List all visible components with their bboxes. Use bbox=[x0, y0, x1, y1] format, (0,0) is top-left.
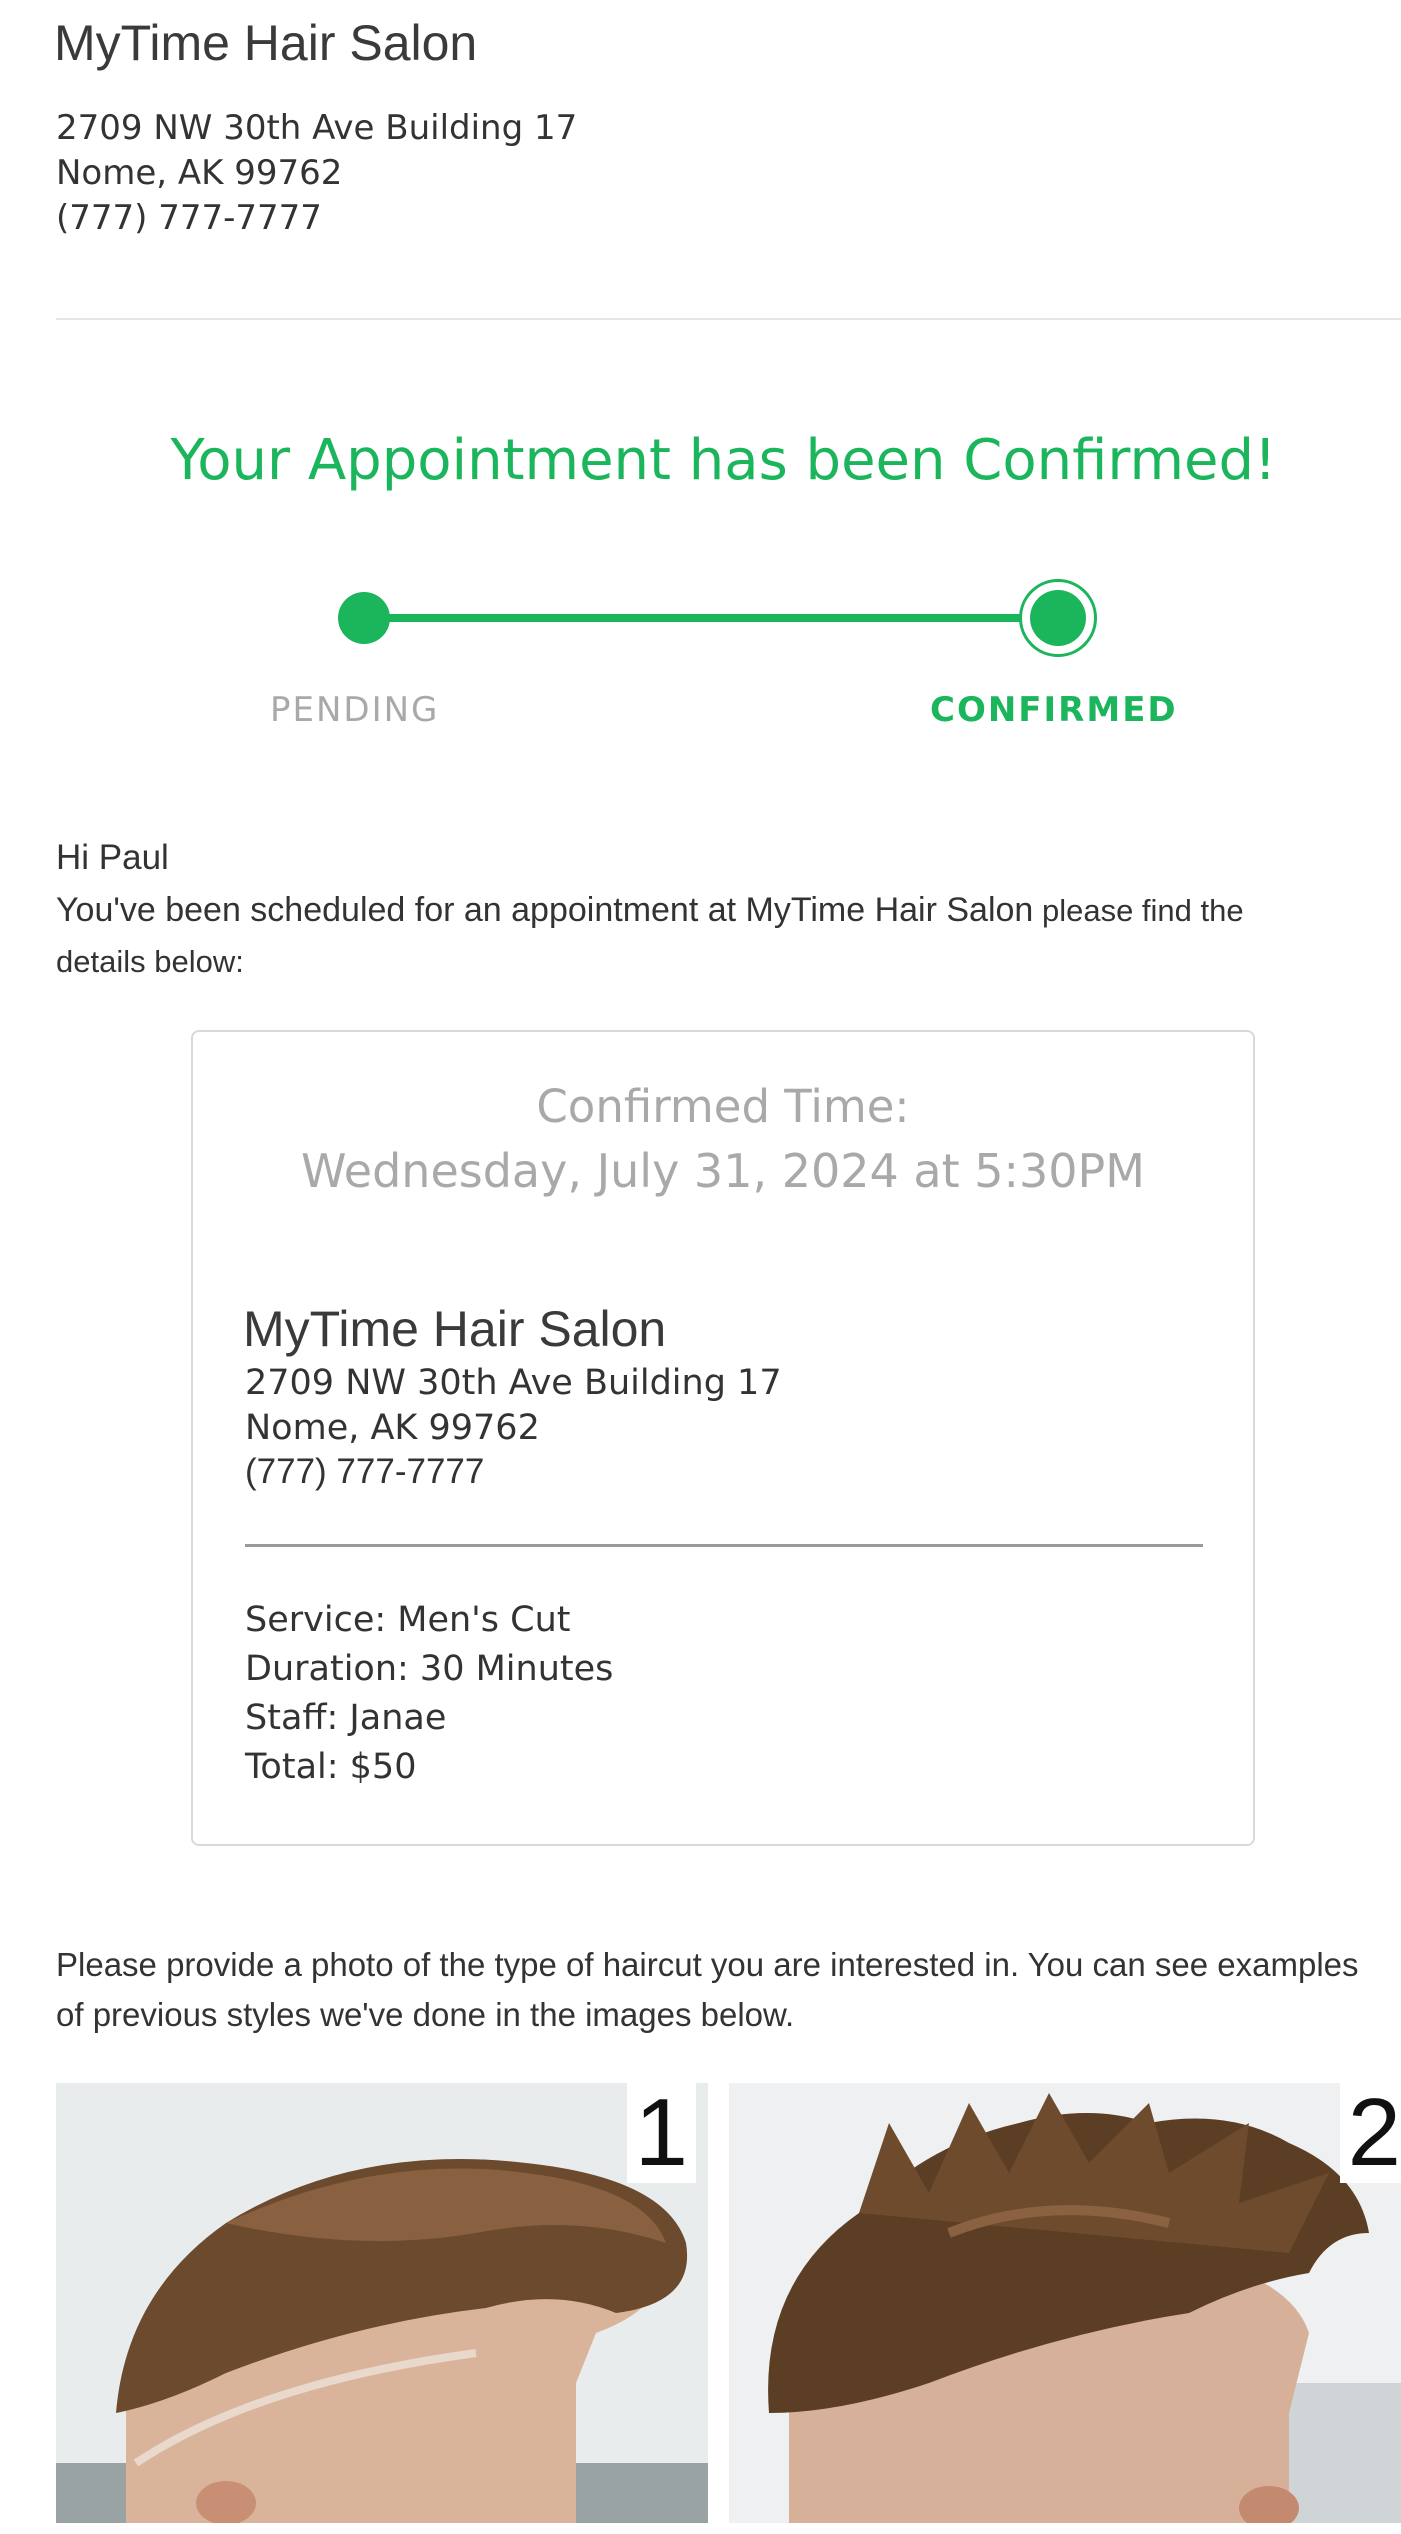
progress-track bbox=[365, 614, 1060, 622]
card-address-line2: Nome, AK 99762 bbox=[245, 1408, 540, 1448]
salon-address-line1: 2709 NW 30th Ave Building 17 bbox=[56, 108, 578, 148]
haircut-photo-icon bbox=[56, 2083, 708, 2523]
intro-text-part1: You've been scheduled for an appointment… bbox=[56, 891, 1034, 929]
step-confirmed-dot bbox=[1030, 590, 1086, 646]
confirmation-title: Your Appointment has been Confirmed! bbox=[170, 428, 1277, 493]
haircut-photo-icon bbox=[729, 2083, 1401, 2523]
detail-service: Service: Men's Cut bbox=[245, 1600, 571, 1640]
intro-text: You've been scheduled for an appointment… bbox=[56, 885, 1256, 987]
card-address-line1: 2709 NW 30th Ave Building 17 bbox=[245, 1363, 782, 1403]
detail-staff: Staff: Janae bbox=[245, 1698, 447, 1738]
haircut-photo-1[interactable]: 1 bbox=[56, 2083, 708, 2523]
card-phone[interactable]: (777) 777-7777 bbox=[245, 1452, 484, 1492]
card-salon-name: MyTime Hair Salon bbox=[243, 1301, 667, 1357]
confirmed-time-value: Wednesday, July 31, 2024 at 5:30PM bbox=[301, 1144, 1145, 1198]
salon-phone[interactable]: (777) 777-7777 bbox=[56, 198, 322, 238]
step-confirmed-label: CONFIRMED bbox=[930, 690, 1178, 730]
header-divider bbox=[56, 318, 1401, 320]
photo-request-text: Please provide a photo of the type of ha… bbox=[56, 1946, 1359, 2033]
haircut-photo-2[interactable]: 2 bbox=[729, 2083, 1401, 2523]
greeting: Hi Paul bbox=[56, 838, 169, 877]
step-pending-dot bbox=[338, 592, 390, 644]
photo-number-1: 1 bbox=[626, 2083, 696, 2183]
detail-total: Total: $50 bbox=[245, 1747, 417, 1787]
salon-address-line2: Nome, AK 99762 bbox=[56, 153, 343, 193]
salon-name: MyTime Hair Salon bbox=[54, 15, 478, 71]
card-divider bbox=[245, 1544, 1203, 1547]
photo-number-2: 2 bbox=[1339, 2083, 1401, 2183]
detail-duration: Duration: 30 Minutes bbox=[245, 1649, 614, 1689]
step-pending-label: PENDING bbox=[270, 690, 440, 730]
confirmed-time-label: Confirmed Time: bbox=[536, 1080, 910, 1133]
